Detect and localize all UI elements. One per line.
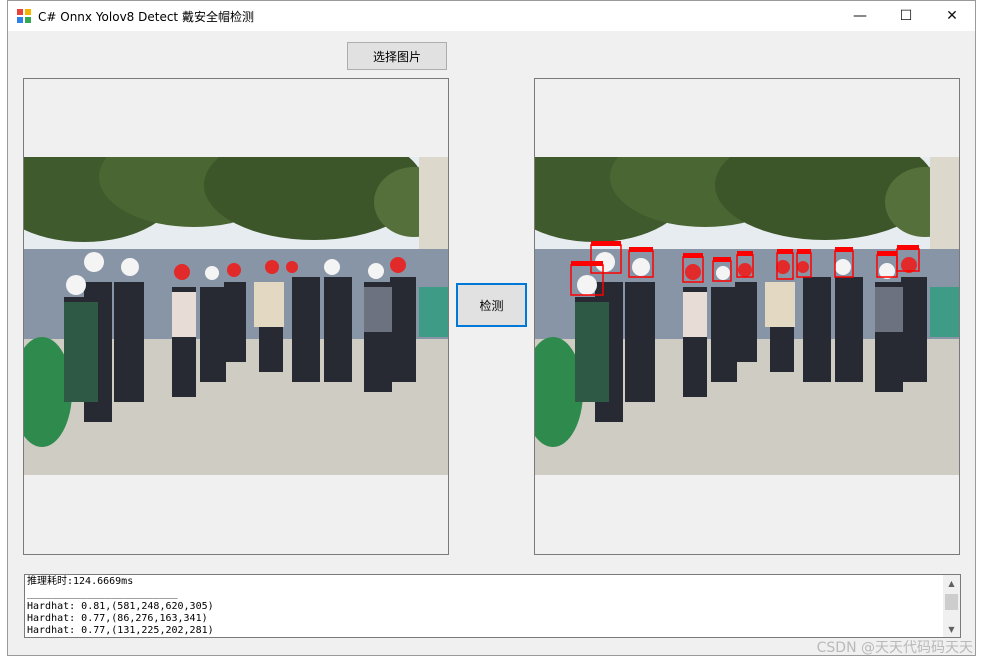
title-bar: C# Onnx Yolov8 Detect 戴安全帽检测 — ☐ ✕: [8, 1, 975, 31]
app-icon: [17, 9, 31, 23]
scroll-up-arrow-icon[interactable]: ▲: [943, 575, 960, 591]
input-image-box[interactable]: [23, 78, 449, 555]
result-log-textbox[interactable]: 推理耗时:124.6669ms ________________________…: [24, 574, 961, 638]
inference-time-line: 推理耗时:124.6669ms: [27, 576, 134, 587]
close-button[interactable]: ✕: [929, 1, 975, 31]
scroll-thumb[interactable]: [945, 594, 958, 610]
log-line: Hardhat: 0.77,(86,276,163,341): [27, 612, 208, 624]
output-image: [535, 157, 959, 475]
watermark: CSDN @天天代码码天天: [816, 640, 973, 656]
log-line: Hardhat: 0.77,(131,225,202,281): [27, 625, 214, 637]
scroll-down-arrow-icon[interactable]: ▼: [943, 621, 960, 637]
app-window: C# Onnx Yolov8 Detect 戴安全帽检测 — ☐ ✕ 选择图片 …: [7, 0, 976, 656]
output-image-box[interactable]: [534, 78, 960, 555]
vertical-scrollbar[interactable]: ▲ ▼: [943, 575, 960, 637]
detect-button[interactable]: 检测: [456, 283, 527, 327]
log-line: Hardhat: 0.81,(581,248,620,305): [27, 600, 214, 612]
maximize-button[interactable]: ☐: [883, 1, 929, 31]
separator-line: _________________________: [27, 588, 178, 600]
minimize-button[interactable]: —: [837, 1, 883, 31]
select-image-button[interactable]: 选择图片: [347, 42, 447, 70]
window-title: C# Onnx Yolov8 Detect 戴安全帽检测: [38, 10, 254, 24]
log-content: 推理耗时:124.6669ms ________________________…: [27, 576, 214, 637]
input-image: [24, 157, 448, 475]
